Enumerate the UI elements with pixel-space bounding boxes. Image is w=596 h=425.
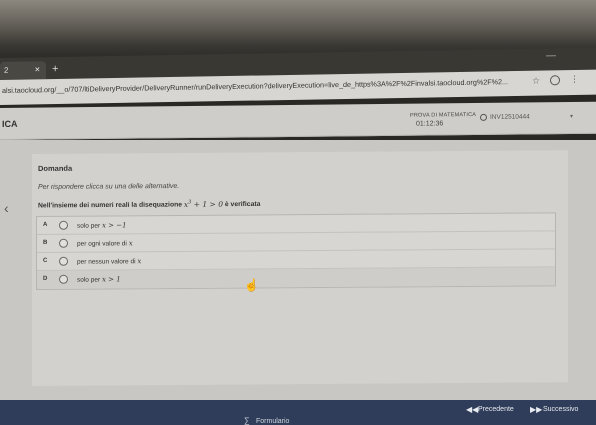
radio-button[interactable] <box>59 256 68 266</box>
minimize-button[interactable]: — <box>546 50 556 61</box>
star-icon[interactable]: ☆ <box>532 76 540 87</box>
question-panel: Domanda Per rispondere clicca su una del… <box>32 150 568 386</box>
content-area: ‹ Domanda Per rispondere clicca su una d… <box>0 140 596 400</box>
option-label: per ogni valore di <box>77 240 127 248</box>
formula-icon[interactable]: ∑ <box>244 416 250 425</box>
option-text: per ogni valore di x <box>77 239 133 247</box>
question-suffix: è verificata <box>224 200 261 209</box>
browser-tab[interactable]: 2 × <box>0 61 46 80</box>
next-button[interactable]: Successivo <box>543 406 578 413</box>
option-text: per nessun valore di x <box>77 257 141 265</box>
option-math: x <box>128 239 133 248</box>
question-text: Nell'insieme dei numeri reali la disequa… <box>38 198 261 210</box>
question-instruction: Per rispondere clicca su una delle alter… <box>38 182 180 191</box>
app-title: ICA <box>2 118 18 129</box>
previous-button[interactable]: Precedente <box>478 406 514 413</box>
new-tab-button[interactable]: + <box>52 63 58 75</box>
radio-button[interactable] <box>59 220 68 230</box>
close-icon[interactable]: × <box>35 64 40 74</box>
profile-icon[interactable] <box>550 75 560 86</box>
question-prefix: Nell'insieme dei numeri reali la disequa… <box>38 201 183 210</box>
question-heading: Domanda <box>38 163 73 173</box>
option-text: solo per x > −1 <box>77 221 127 229</box>
option-label: solo per <box>77 222 101 230</box>
next-icon[interactable]: ▶▶ <box>530 405 542 414</box>
test-name: PROVA DI MATEMATICA <box>410 112 477 119</box>
option-letter: B <box>43 239 48 246</box>
back-arrow-icon[interactable]: ‹ <box>4 200 9 216</box>
option-math: x > 1 <box>101 275 121 284</box>
option-letter: C <box>43 257 48 264</box>
user-icon <box>480 113 487 121</box>
question-math: x3 + 1 > 0 <box>184 198 223 209</box>
previous-icon[interactable]: ◀◀ <box>466 405 478 414</box>
user-code[interactable]: INV12510444 <box>490 113 530 120</box>
url-text[interactable]: alsi.taocloud.org/__o/707/ltiDeliveryPro… <box>2 77 530 95</box>
tab-title: 2 <box>4 65 9 75</box>
app-header: ICA PROVA DI MATEMATICA 01:12:36 INV1251… <box>0 101 596 140</box>
math-exponent: 3 <box>188 198 192 205</box>
radio-button[interactable] <box>59 238 68 248</box>
timer: 01:12:36 <box>416 120 444 128</box>
math-rest: + 1 > 0 <box>193 199 223 209</box>
option-math: x <box>137 257 142 266</box>
hand-cursor-icon: ☝ <box>244 278 259 292</box>
answer-option-d[interactable]: D solo per x > 1 <box>37 267 555 289</box>
option-math: x > −1 <box>101 221 127 230</box>
answer-list: A solo per x > −1 B per ogni valore di x… <box>36 212 556 290</box>
option-letter: D <box>43 275 48 282</box>
option-letter: A <box>43 221 48 228</box>
option-label: solo per <box>77 276 101 284</box>
option-text: solo per x > 1 <box>77 275 121 283</box>
option-label: per nessun valore di <box>77 258 136 266</box>
radio-button[interactable] <box>59 274 68 284</box>
chevron-down-icon[interactable]: ▾ <box>570 113 573 120</box>
formulario-button[interactable]: Formulario <box>256 418 289 425</box>
bottom-navigation: ∑ Formulario ◀◀ Precedente ▶▶ Successivo <box>0 400 596 425</box>
menu-icon[interactable]: ⋮ <box>570 74 579 85</box>
